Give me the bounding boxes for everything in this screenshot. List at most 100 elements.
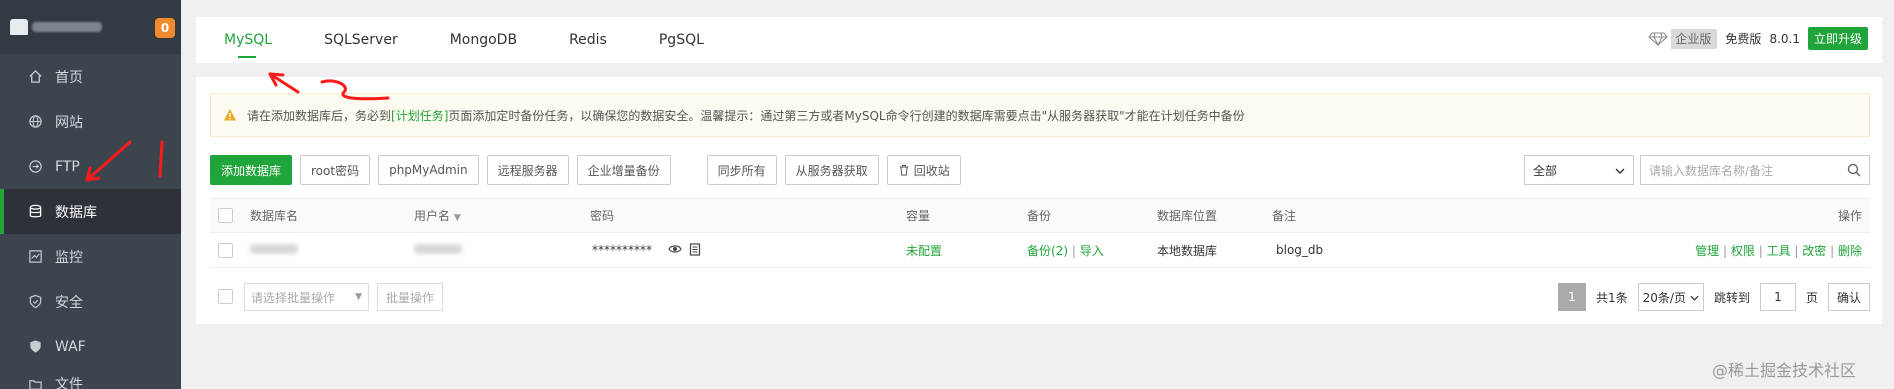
tab-mysql[interactable]: MySQL [196,17,298,63]
select-all-checkbox[interactable] [218,208,233,223]
remote-server-button[interactable]: 远程服务器 [486,155,569,185]
home-icon [27,69,43,85]
sort-icon: ▼ [453,213,461,223]
recycle-bin-label: 回收站 [913,163,950,178]
sidebar-item-ftp[interactable]: FTP [0,144,181,189]
table-footer: 请选择批量操作 ▼ 批量操作 1 共1条 20条/页 跳转到 1 页 确认 [210,281,1870,311]
sidebar-item-label: WAF [55,338,86,355]
filter-value: 全部 [1533,163,1558,178]
shield-icon [27,294,43,310]
globe-icon [27,114,43,130]
table-row: ********** 未配置 备份(2) | 导入 本地数据库 blog_db … [210,233,1870,268]
page-unit-label: 页 [1805,290,1818,305]
header-capacity: 容量 [906,209,931,223]
page-current[interactable]: 1 [1557,283,1586,311]
tab-redis[interactable]: Redis [543,17,633,63]
db-remark[interactable]: blog_db [1276,243,1323,257]
notice-text-before: 请在添加数据库后，务必到 [247,108,392,123]
sidebar-item-label: 安全 [55,294,83,311]
db-location: 本地数据库 [1157,243,1218,258]
enterprise-label: 企业版 [1675,32,1712,46]
ftp-icon [27,159,43,175]
username-redacted [414,243,462,257]
main-panel: 请在添加数据库后，务必到 [计划任务] 页面添加定时备份任务，以确保您的数据安全… [196,77,1882,324]
logo-row [0,0,181,54]
tab-sqlserver[interactable]: SQLServer [298,17,424,63]
permission-link[interactable]: 权限 [1731,244,1755,258]
header-username-label: 用户名 [414,209,451,223]
notification-badge[interactable]: 0 [155,18,175,38]
manage-link[interactable]: 管理 [1695,244,1719,258]
sidebar-item-files[interactable]: 文件 [0,369,181,389]
import-link[interactable]: 导入 [1080,244,1104,258]
folder-icon [27,376,43,389]
sync-all-button[interactable]: 同步所有 [706,155,777,185]
password-mask: ********** [592,243,652,257]
sidebar-item-website[interactable]: 网站 [0,99,181,144]
sidebar-item-security[interactable]: 安全 [0,279,181,324]
sidebar-item-database[interactable]: 数据库 [0,189,181,234]
db-name-redacted[interactable] [250,243,298,257]
tools-link[interactable]: 工具 [1767,244,1791,258]
backup-link[interactable]: 备份(2) [1027,244,1068,258]
incremental-backup-button[interactable]: 企业增量备份 [576,155,671,185]
watermark: @稀土掘金技术社区 [1711,361,1856,380]
sidebar-item-label: 数据库 [55,204,97,221]
add-database-button[interactable]: 添加数据库 [210,155,293,185]
copy-icon[interactable] [689,242,701,259]
batch-select-placeholder: 请选择批量操作 [251,290,336,305]
jump-page-input[interactable]: 1 [1759,283,1796,311]
upgrade-button[interactable]: 立即升级 [1807,27,1868,50]
search-input[interactable]: 请输入数据库名称/备注 [1640,155,1870,185]
monitor-icon [27,249,43,265]
sidebar-item-label: FTP [55,158,80,175]
toolbar: 添加数据库 root密码 phpMyAdmin 远程服务器 企业增量备份 同步所… [210,155,1870,185]
sidebar-item-waf[interactable]: WAF [0,324,181,369]
search-icon[interactable] [1839,156,1869,184]
sidebar-item-label: 文件 [55,377,83,389]
trash-icon [898,164,910,176]
header-password: 密码 [590,209,615,223]
fetch-from-server-button[interactable]: 从服务器获取 [784,155,879,185]
header-location: 数据库位置 [1157,209,1218,223]
phpmyadmin-button[interactable]: phpMyAdmin [378,155,479,185]
notice-text-after: 页面添加定时备份任务，以确保您的数据安全。温馨提示：通过第三方或者MySQL命令… [448,108,1245,123]
eye-icon[interactable] [668,243,682,258]
sidebar-item-label: 监控 [55,249,83,266]
header-username[interactable]: 用户名 ▼ [414,207,461,224]
tab-pgsql[interactable]: PgSQL [633,17,730,63]
header-actions: 操作 [1837,209,1862,223]
tab-mongodb[interactable]: MongoDB [424,17,543,63]
page-size-select[interactable]: 20条/页 [1637,283,1704,311]
row-checkbox[interactable] [218,242,233,258]
batch-operation-select[interactable]: 请选择批量操作 ▼ [244,283,369,311]
capacity-link[interactable]: 未配置 [906,242,942,259]
jump-label: 跳转到 [1713,290,1750,305]
chevron-down-icon [1690,290,1699,304]
cron-task-link[interactable]: [计划任务] [391,107,448,124]
database-icon [27,204,43,220]
free-edition-label: 免费版 [1725,32,1762,46]
jump-confirm-button[interactable]: 确认 [1827,283,1870,311]
backup-notice: 请在添加数据库后，务必到 [计划任务] 页面添加定时备份任务，以确保您的数据安全… [210,93,1870,137]
sidebar-item-monitor[interactable]: 监控 [0,234,181,279]
enterprise-badge[interactable]: 企业版 [1645,28,1718,49]
total-count: 共1条 [1595,290,1628,305]
recycle-bin-button[interactable]: 回收站 [886,155,961,185]
backup-cell: 备份(2) | 导入 [1027,243,1104,258]
database-type-tabs: MySQL SQLServer MongoDB Redis PgSQL 企业版 … [196,17,1882,63]
search-placeholder: 请输入数据库名称/备注 [1649,163,1774,178]
warning-icon [223,108,237,122]
filter-select[interactable]: 全部 [1524,155,1634,185]
footer-select-all-checkbox[interactable] [218,289,233,304]
sidebar: 0 首页 网站 FTP 数据库 监控 安全 WAF 文件 [0,0,181,389]
sidebar-item-label: 网站 [55,114,83,131]
header-db-name[interactable]: 数据库名 [250,207,298,224]
sidebar-item-home[interactable]: 首页 [0,54,181,99]
logo[interactable] [10,16,130,38]
delete-link[interactable]: 删除 [1838,244,1862,258]
root-password-button[interactable]: root密码 [300,155,371,185]
table-header-row: 数据库名 用户名 ▼ 密码 容量 备份 数据库位置 备注 操作 [210,198,1870,233]
batch-operation-button[interactable]: 批量操作 [377,283,444,311]
change-password-link[interactable]: 改密 [1802,244,1826,258]
